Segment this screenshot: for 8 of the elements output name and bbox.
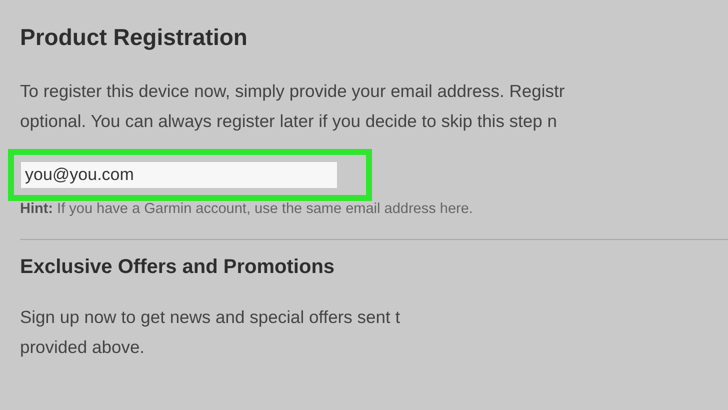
hint-text: Hint: If you have a Garmin account, use the same email address here. <box>20 201 473 217</box>
description-line: To register this device now, simply provide your email address. Registr <box>20 80 565 103</box>
description-line: provided above. <box>20 336 145 359</box>
section-heading: Exclusive Offers and Promotions <box>20 256 336 279</box>
description-line: optional. You can always register later if you decide to skip this step n <box>20 110 557 133</box>
email-field[interactable]: you@you.com <box>20 161 338 189</box>
description-line: Sign up now to get news and special offers sent t <box>20 306 400 329</box>
section-heading: Product Registration <box>20 24 248 51</box>
